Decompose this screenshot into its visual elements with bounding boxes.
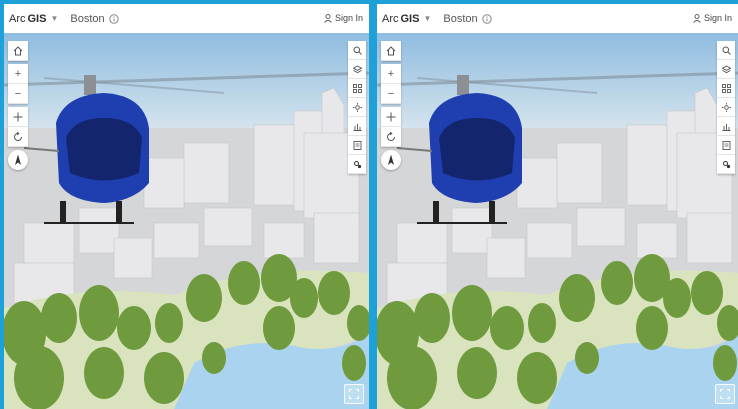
brand-prefix: Arc <box>9 12 26 25</box>
scene-canvas[interactable] <box>377 33 738 409</box>
settings-icon <box>353 160 361 168</box>
rotate-button[interactable] <box>8 127 28 147</box>
basemap-icon <box>721 83 731 93</box>
compass-icon <box>388 154 394 165</box>
rotate-button[interactable] <box>381 127 401 147</box>
home-button[interactable] <box>381 41 401 61</box>
legend-icon <box>353 140 361 150</box>
header-bar: Arc GIS ▼ Boston Sign In <box>377 4 738 33</box>
rotate-icon <box>387 131 395 141</box>
zoom-out-button[interactable]: − <box>8 84 28 104</box>
settings-button[interactable] <box>348 155 366 174</box>
scene-canvas[interactable] <box>4 33 369 409</box>
home-icon <box>386 45 396 55</box>
user-icon <box>324 13 332 23</box>
brand-bold: GIS <box>27 12 47 25</box>
chevron-down-icon: ▼ <box>50 14 59 23</box>
sign-in-button[interactable]: Sign In <box>693 13 732 23</box>
rotate-icon <box>14 131 22 141</box>
zoom-in-button[interactable]: + <box>8 64 28 84</box>
basemap-button[interactable] <box>348 79 366 98</box>
settings-button[interactable] <box>717 155 735 174</box>
scene-title: Boston <box>443 12 492 25</box>
zoom-group: + − <box>381 64 401 104</box>
zoom-group: + − <box>8 64 28 104</box>
elevation-button[interactable] <box>348 117 366 136</box>
home-group <box>381 41 401 61</box>
app-menu[interactable]: Arc GIS ▼ <box>9 13 58 25</box>
zoom-in-icon: + <box>387 67 395 80</box>
zoom-in-button[interactable]: + <box>381 64 401 84</box>
daylight-icon <box>721 102 731 112</box>
pan-icon <box>13 112 23 121</box>
fullscreen-icon <box>720 389 730 399</box>
daylight-button[interactable] <box>717 98 735 117</box>
widget-toolbar <box>717 41 735 174</box>
zoom-out-icon: − <box>14 87 22 100</box>
sign-in-button[interactable]: Sign In <box>324 13 363 23</box>
basemap-icon <box>352 83 362 93</box>
legend-button[interactable] <box>717 136 735 155</box>
search-icon <box>353 46 362 55</box>
zoom-out-button[interactable]: − <box>381 84 401 104</box>
compass-button[interactable] <box>381 150 401 170</box>
scene-title-text: Boston <box>443 12 478 25</box>
nav-mode-group <box>8 107 28 147</box>
home-icon <box>13 45 23 55</box>
sign-in-label: Sign In <box>703 13 732 23</box>
scene-title: Boston <box>70 12 119 25</box>
scene-view-left: Arc GIS ▼ Boston Sign In + − <box>4 4 369 409</box>
user-icon <box>693 13 701 23</box>
sign-in-label: Sign In <box>334 13 363 23</box>
chevron-down-icon: ▼ <box>423 14 432 23</box>
layers-button[interactable] <box>717 60 735 79</box>
search-button[interactable] <box>348 41 366 60</box>
navigation-toolbar: + − <box>8 41 28 170</box>
app-menu[interactable]: Arc GIS ▼ <box>382 13 431 25</box>
search-icon <box>722 46 731 55</box>
daylight-icon <box>352 102 362 112</box>
basemap-button[interactable] <box>717 79 735 98</box>
pan-icon <box>386 112 396 121</box>
map-view[interactable]: + − <box>4 33 369 409</box>
brand-bold: GIS <box>400 12 420 25</box>
nav-mode-group <box>381 107 401 147</box>
layers-icon <box>352 64 362 73</box>
elevation-button[interactable] <box>717 117 735 136</box>
pan-button[interactable] <box>381 107 401 127</box>
map-view[interactable]: + − <box>377 33 738 409</box>
zoom-in-icon: + <box>14 67 22 80</box>
widget-toolbar <box>348 41 366 174</box>
compass-button[interactable] <box>8 150 28 170</box>
elevation-icon <box>353 123 361 131</box>
fullscreen-icon <box>349 389 359 399</box>
pan-button[interactable] <box>8 107 28 127</box>
elevation-icon <box>722 123 730 131</box>
navigation-toolbar: + − <box>381 41 401 170</box>
search-button[interactable] <box>717 41 735 60</box>
settings-icon <box>722 160 730 168</box>
legend-button[interactable] <box>348 136 366 155</box>
fullscreen-button[interactable] <box>344 384 364 404</box>
layers-button[interactable] <box>348 60 366 79</box>
info-icon[interactable] <box>108 13 119 24</box>
info-icon[interactable] <box>481 13 492 24</box>
scene-view-right: Arc GIS ▼ Boston Sign In + − <box>377 4 738 409</box>
compass-icon <box>15 154 21 165</box>
fullscreen-button[interactable] <box>715 384 735 404</box>
header-bar: Arc GIS ▼ Boston Sign In <box>4 4 369 33</box>
legend-icon <box>722 140 730 150</box>
scene-title-text: Boston <box>70 12 105 25</box>
home-group <box>8 41 28 61</box>
home-button[interactable] <box>8 41 28 61</box>
brand-prefix: Arc <box>382 12 399 25</box>
zoom-out-icon: − <box>387 87 395 100</box>
layers-icon <box>721 64 731 73</box>
app-panels: Arc GIS ▼ Boston Sign In + − Arc GIS ▼ B… <box>0 0 738 409</box>
daylight-button[interactable] <box>348 98 366 117</box>
